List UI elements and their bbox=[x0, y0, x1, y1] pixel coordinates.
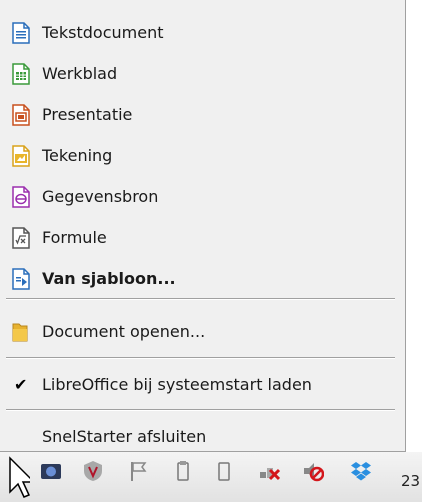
menu-separator bbox=[6, 409, 395, 411]
menu-item-from-template[interactable]: Van sjabloon... bbox=[0, 260, 399, 296]
menu-item-label: Gegevensbron bbox=[42, 186, 159, 206]
menu-item-label: Document openen... bbox=[42, 321, 206, 341]
shield-icon[interactable] bbox=[82, 460, 104, 482]
menu-item-label: Tekening bbox=[42, 145, 113, 165]
base-database-icon bbox=[12, 186, 30, 208]
menu-item-label: Werkblad bbox=[42, 63, 118, 83]
taskbar-tray: 23 bbox=[0, 452, 422, 502]
menu-separator bbox=[6, 298, 395, 300]
writer-document-icon bbox=[12, 22, 30, 44]
usb-device-icon[interactable] bbox=[172, 460, 194, 482]
menu-item-formula[interactable]: Formule bbox=[0, 219, 399, 255]
menu-item-label: LibreOffice bij systeemstart laden bbox=[42, 374, 312, 394]
quickstarter-menu: Tekstdocument Werkblad Presentatie Teken… bbox=[0, 0, 406, 452]
menu-item-label: Van sjabloon... bbox=[42, 268, 176, 288]
menu-item-presentation[interactable]: Presentatie bbox=[0, 96, 399, 132]
impress-presentation-icon bbox=[12, 104, 30, 126]
folder-icon bbox=[12, 323, 28, 342]
menu-item-label: Formule bbox=[42, 227, 107, 247]
math-formula-icon bbox=[12, 227, 30, 249]
menu-item-load-on-startup[interactable]: ✔ LibreOffice bij systeemstart laden bbox=[0, 366, 399, 402]
no-sound-icon[interactable] bbox=[302, 460, 324, 482]
menu-item-spreadsheet[interactable]: Werkblad bbox=[0, 55, 399, 91]
checkmark-icon: ✔ bbox=[14, 374, 28, 394]
menu-item-label: Presentatie bbox=[42, 104, 133, 124]
flag-icon[interactable] bbox=[128, 460, 150, 482]
menu-item-quit-quickstarter[interactable]: SnelStarter afsluiten bbox=[0, 418, 399, 454]
menu-separator bbox=[6, 357, 395, 359]
menu-item-label: SnelStarter afsluiten bbox=[42, 426, 207, 446]
template-icon bbox=[12, 268, 30, 290]
draw-drawing-icon bbox=[12, 145, 30, 167]
dropbox-icon[interactable] bbox=[350, 460, 372, 482]
usb-device-icon[interactable] bbox=[213, 460, 235, 482]
menu-item-open-document[interactable]: Document openen... bbox=[0, 313, 399, 349]
calc-spreadsheet-icon bbox=[12, 63, 30, 85]
menu-item-drawing[interactable]: Tekening bbox=[0, 137, 399, 173]
menu-item-database[interactable]: Gegevensbron bbox=[0, 178, 399, 214]
mouse-cursor-icon bbox=[9, 456, 30, 498]
network-disconnected-icon[interactable] bbox=[258, 460, 280, 482]
menu-item-label: Tekstdocument bbox=[42, 22, 164, 42]
camera-icon[interactable] bbox=[40, 460, 62, 482]
menu-item-text-document[interactable]: Tekstdocument bbox=[0, 14, 399, 50]
clock-time[interactable]: 23 bbox=[401, 472, 420, 490]
